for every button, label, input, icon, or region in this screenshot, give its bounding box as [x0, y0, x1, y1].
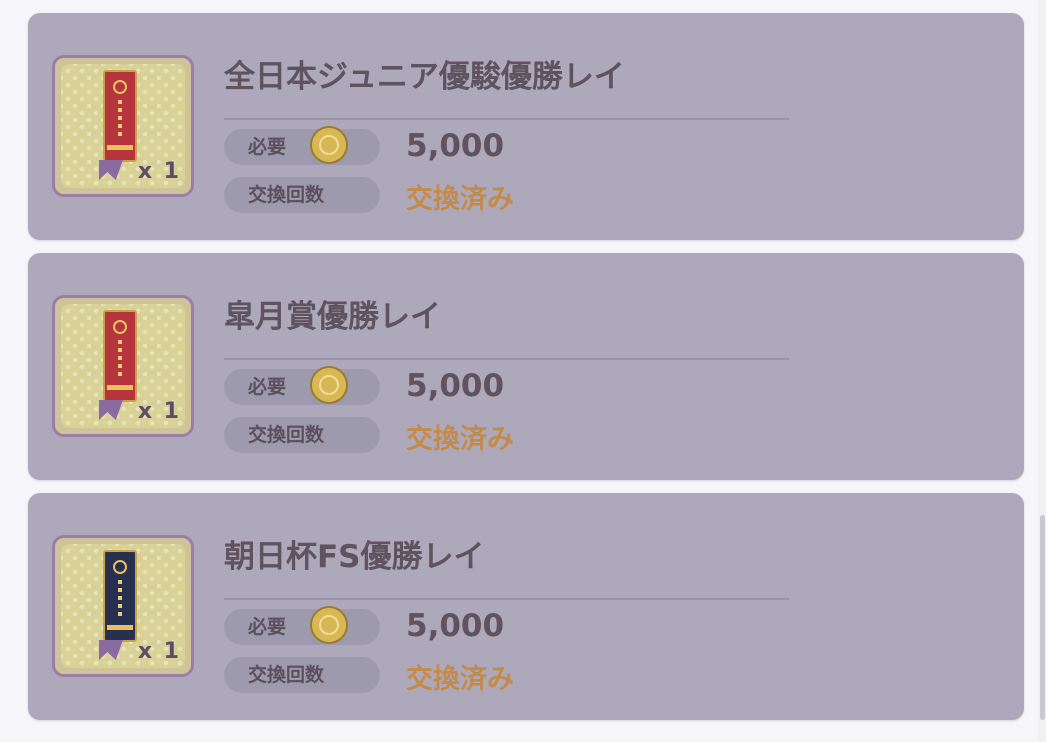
ribbon-text-stripe — [118, 340, 122, 380]
exchange-count-label: 交換回数 — [224, 417, 380, 453]
coin-icon — [310, 366, 348, 404]
ribbon-icon — [103, 70, 137, 162]
required-label: 必要 — [224, 369, 380, 405]
divider — [224, 118, 789, 120]
ribbon-band — [107, 385, 133, 390]
item-title: 全日本ジュニア優駿優勝レイ — [224, 59, 625, 95]
exchange-item-card[interactable]: x 1 全日本ジュニア優駿優勝レイ 必要 5,000 交換回数 交換済み — [28, 13, 1024, 240]
item-quantity: x 1 — [137, 159, 181, 184]
ribbon-text-stripe — [118, 100, 122, 140]
item-thumbnail[interactable]: x 1 — [52, 535, 194, 677]
item-title: 朝日杯FS優勝レイ — [224, 539, 485, 575]
ribbon-icon — [103, 310, 137, 402]
ribbon-icon — [103, 550, 137, 642]
item-thumbnail-bg: x 1 — [61, 304, 185, 428]
exchange-list: x 1 全日本ジュニア優駿優勝レイ 必要 5,000 交換回数 交換済み x 1… — [28, 13, 1024, 733]
ribbon-band — [107, 145, 133, 150]
scrollbar-track[interactable] — [1038, 0, 1046, 742]
scrollbar-thumb[interactable] — [1040, 515, 1045, 720]
ribbon-tail-icon — [99, 400, 123, 420]
exchange-item-card[interactable]: x 1 皐月賞優勝レイ 必要 5,000 交換回数 交換済み — [28, 253, 1024, 480]
crest-icon — [113, 320, 127, 334]
exchange-count-label: 交換回数 — [224, 657, 380, 693]
ribbon-text-stripe — [118, 580, 122, 620]
exchange-count-label: 交換回数 — [224, 177, 380, 213]
item-cost: 5,000 — [406, 608, 505, 644]
item-cost: 5,000 — [406, 368, 505, 404]
required-label: 必要 — [224, 609, 380, 645]
item-cost: 5,000 — [406, 128, 505, 164]
laurel-crest-icon — [113, 560, 127, 574]
item-thumbnail-bg: x 1 — [61, 64, 185, 188]
divider — [224, 598, 789, 600]
item-thumbnail[interactable]: x 1 — [52, 55, 194, 197]
coin-icon — [310, 606, 348, 644]
item-quantity: x 1 — [137, 399, 181, 424]
exchange-status: 交換済み — [406, 424, 514, 455]
required-label: 必要 — [224, 129, 380, 165]
crest-icon — [113, 80, 127, 94]
item-quantity: x 1 — [137, 639, 181, 664]
coin-icon — [310, 126, 348, 164]
ribbon-tail-icon — [99, 160, 123, 180]
item-title: 皐月賞優勝レイ — [224, 299, 441, 335]
item-thumbnail-bg: x 1 — [61, 544, 185, 668]
divider — [224, 358, 789, 360]
ribbon-tail-icon — [99, 640, 123, 660]
exchange-status: 交換済み — [406, 184, 514, 215]
item-thumbnail[interactable]: x 1 — [52, 295, 194, 437]
exchange-item-card[interactable]: x 1 朝日杯FS優勝レイ 必要 5,000 交換回数 交換済み — [28, 493, 1024, 720]
exchange-status: 交換済み — [406, 664, 514, 695]
ribbon-band — [107, 625, 133, 630]
